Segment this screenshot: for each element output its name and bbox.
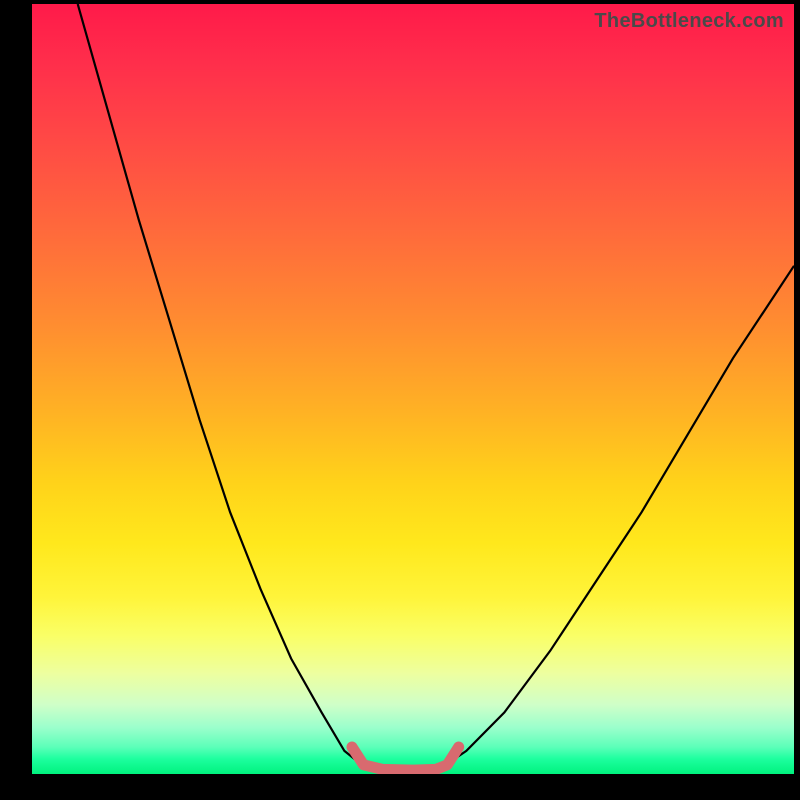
curve-layer: [32, 4, 794, 774]
left-branch-curve: [78, 4, 364, 766]
right-branch-curve: [444, 266, 795, 767]
watermark-text: TheBottleneck.com: [594, 10, 784, 33]
plot-area: TheBottleneck.com: [32, 4, 794, 774]
chart-stage: TheBottleneck.com: [0, 0, 800, 800]
floor-highlight-curve: [352, 747, 459, 770]
